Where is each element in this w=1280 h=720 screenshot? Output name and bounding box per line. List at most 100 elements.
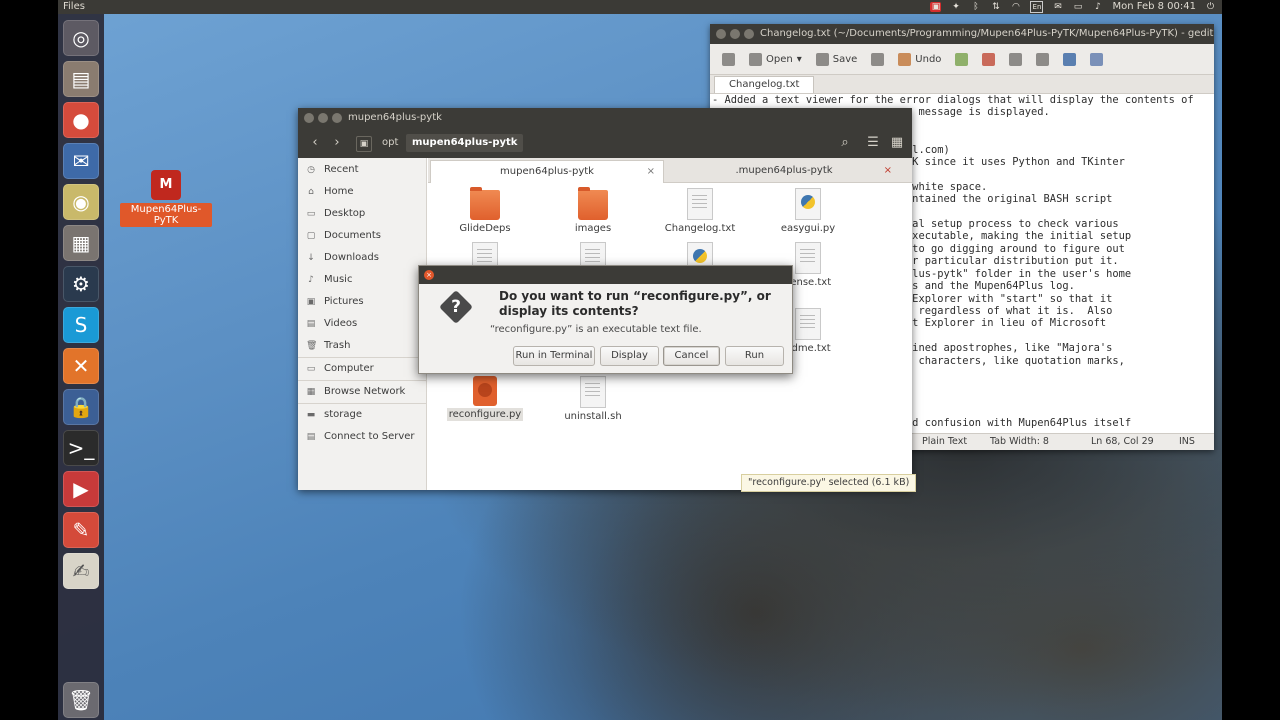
minimize-icon[interactable] [730, 29, 740, 39]
display-button[interactable]: Display [600, 346, 659, 366]
forward-icon[interactable]: › [328, 134, 346, 152]
files-icon[interactable]: ▤ [63, 61, 99, 97]
file-item[interactable]: images [548, 187, 638, 234]
paste-button[interactable] [1032, 52, 1053, 66]
sidebar-item-home[interactable]: ⌂ Home [298, 181, 426, 203]
open-button[interactable]: Open ▾ [745, 52, 806, 66]
thunderbird-icon[interactable]: ✉ [63, 143, 99, 179]
syntax-selector[interactable]: Plain Text [922, 434, 967, 450]
open-icon [749, 52, 762, 66]
print-button[interactable] [867, 52, 888, 66]
steam-icon[interactable]: ⚙ [63, 266, 99, 302]
close-icon[interactable] [716, 29, 726, 39]
sidebar-item-downloads[interactable]: ↓ Downloads [298, 247, 426, 269]
minimize-icon[interactable] [318, 113, 328, 123]
file-item[interactable]: GlideDeps [440, 187, 530, 234]
sidebar-item-label: Documents [324, 230, 382, 241]
clock[interactable]: Mon Feb 8 00:41 [1112, 0, 1196, 14]
trash-icon: 🗑 [306, 341, 318, 351]
smplayer-icon[interactable]: ▶ [63, 471, 99, 507]
keyboard-layout[interactable]: En [1030, 1, 1044, 13]
sidebar-item-label: Desktop [324, 208, 366, 219]
dialog-detail: “reconfigure.py” is an executable text f… [490, 324, 702, 335]
maximize-icon[interactable] [744, 29, 754, 39]
terminal-icon[interactable]: >_ [63, 430, 99, 466]
dropbox-icon[interactable]: ✦ [950, 2, 961, 12]
cancel-button[interactable]: Cancel [663, 346, 720, 366]
run-in-terminal-button[interactable]: Run in Terminal [513, 346, 595, 366]
file-item[interactable]: uninstall.sh [548, 376, 638, 422]
sidebar-item-documents[interactable]: ▢ Documents [298, 225, 426, 247]
tab-changelog[interactable]: Changelog.txt [714, 76, 815, 93]
sidebar-item-desktop[interactable]: ▭ Desktop [298, 203, 426, 225]
file-item[interactable]: Changelog.txt [655, 188, 745, 234]
indicator-icon[interactable]: ▣ [930, 2, 942, 12]
dash-icon[interactable]: ◎ [63, 20, 99, 56]
desktop-shortcut[interactable]: M Mupen64Plus-PyTK [120, 170, 212, 227]
bluetooth-icon[interactable]: ᛒ [970, 2, 981, 12]
search-icon[interactable]: ⌕ [836, 134, 854, 152]
sidebar-item-label: storage [324, 409, 362, 420]
sidebar-item-trash[interactable]: 🗑 Trash [298, 335, 426, 357]
text-editor-icon[interactable]: ✍ [63, 553, 99, 589]
sidebar-item-pictures[interactable]: ▣ Pictures [298, 291, 426, 313]
sidebar-item-recent[interactable]: ◷ Recent [298, 159, 426, 181]
new-button[interactable] [718, 52, 739, 66]
file-item[interactable]: easygui.py [763, 188, 853, 234]
letterbox-right [1222, 0, 1280, 720]
undo-label: Undo [915, 53, 942, 65]
files-title: mupen64plus-pytk [348, 112, 442, 123]
breadcrumb-opt[interactable]: opt [376, 134, 404, 152]
volume-icon[interactable]: ♪ [1092, 2, 1103, 12]
maximize-icon[interactable] [332, 113, 342, 123]
close-icon[interactable]: × [424, 270, 434, 280]
sidebar-item-videos[interactable]: ▤ Videos [298, 313, 426, 335]
skype-icon[interactable]: S [63, 307, 99, 343]
location-toggle-icon[interactable]: ▣ [356, 136, 372, 152]
sidebar-item-computer[interactable]: ▭ Computer [298, 358, 426, 380]
xampp-icon[interactable]: ✕ [63, 348, 99, 384]
list-view-icon[interactable]: ☰ [864, 134, 882, 152]
files-toolbar: ‹ › ▣ opt mupen64plus-pytk ⌕ ☰ ▦ [298, 128, 912, 158]
sidebar-item-music[interactable]: ♪ Music [298, 269, 426, 291]
lock-icon[interactable]: 🔒 [63, 389, 99, 425]
cut-button[interactable] [978, 52, 999, 66]
settings-icon[interactable]: ✎ [63, 512, 99, 548]
file-name: Changelog.txt [664, 223, 736, 234]
sidebar-item-storage[interactable]: ▬ storage [298, 404, 426, 426]
files-tabbar: mupen64plus-pytk × .mupen64plus-pytk × [428, 158, 912, 183]
run-button[interactable]: Run [725, 346, 784, 366]
mail-icon[interactable]: ✉ [1052, 2, 1063, 12]
close-icon[interactable]: × [647, 161, 655, 183]
power-icon[interactable]: ⏻ [1205, 2, 1216, 12]
save-button[interactable]: Save [812, 52, 862, 66]
file-name: uninstall.sh [564, 411, 622, 422]
speaker-icon[interactable]: ◉ [63, 184, 99, 220]
copy-button[interactable] [1005, 52, 1026, 66]
wifi-icon[interactable]: ◠ [1010, 2, 1021, 12]
dialog-titlebar: × [419, 266, 792, 284]
battery-icon[interactable]: ▭ [1072, 2, 1083, 12]
find-button[interactable] [1059, 52, 1080, 66]
dialog-question: Do you want to run “reconfigure.py”, or … [499, 289, 771, 318]
undo-button[interactable]: Undo [894, 52, 945, 66]
tab-hidden-mupen64plus-pytk[interactable]: .mupen64plus-pytk × [668, 160, 900, 182]
replace-button[interactable] [1086, 52, 1107, 66]
tab-width-selector[interactable]: Tab Width: 8 [990, 434, 1049, 450]
sidebar-item-connect[interactable]: ▤ Connect to Server [298, 426, 426, 448]
grid-view-icon[interactable]: ▦ [888, 134, 906, 152]
folder-icon [470, 187, 500, 220]
file-item-selected[interactable]: reconfigure.py [440, 376, 530, 421]
sync-icon[interactable]: ⇅ [990, 2, 1001, 12]
close-icon[interactable]: × [884, 160, 892, 182]
breadcrumb-current[interactable]: mupen64plus-pytk [406, 134, 524, 152]
back-icon[interactable]: ‹ [306, 134, 324, 152]
redo-button[interactable] [951, 52, 972, 66]
sidebar-item-network[interactable]: ▦ Browse Network [298, 381, 426, 403]
mupen-icon[interactable]: ▦ [63, 225, 99, 261]
server-icon: ▤ [306, 432, 316, 442]
close-icon[interactable] [304, 113, 314, 123]
chrome-icon[interactable]: ● [63, 102, 99, 138]
tab-mupen64plus-pytk[interactable]: mupen64plus-pytk × [430, 160, 664, 183]
trash-icon[interactable]: 🗑 [63, 682, 99, 718]
